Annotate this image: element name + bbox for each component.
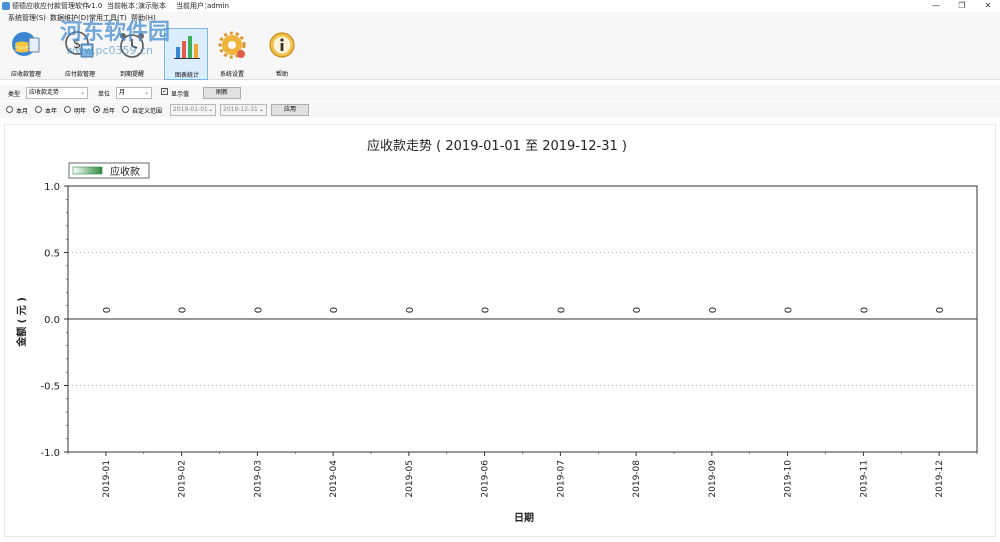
x-tick-label: 2019-04 <box>329 460 339 498</box>
x-tick-label: 2019-10 <box>784 460 794 498</box>
x-tick-label: 2019-01 <box>102 460 112 498</box>
date-from-picker[interactable]: 2019-01-01 ⌄ <box>170 104 216 116</box>
x-tick-label: 2019-05 <box>405 460 415 498</box>
receivable-button[interactable]: 应收款管理 <box>4 28 48 80</box>
data-label: 0 <box>405 307 416 313</box>
y-tick-label: 1.0 <box>44 182 60 193</box>
radio-this-month[interactable] <box>6 106 13 113</box>
y-tick-label: -1.0 <box>40 448 60 459</box>
data-label: 0 <box>708 307 719 313</box>
chevron-down-icon: ⌄ <box>258 106 264 113</box>
x-tick-label: 2019-11 <box>859 460 869 498</box>
refresh-button[interactable]: 刷新 <box>203 87 241 99</box>
payable-label: 应付款管理 <box>64 71 95 78</box>
title-bar: 德德应收应付款管理软件 v1.0 当前帐本： 演示账本 当前用户： admin … <box>0 0 1000 12</box>
data-label: 0 <box>481 307 492 313</box>
chart-stats-button[interactable]: 图表统计 <box>164 28 208 80</box>
x-tick-label: 2019-06 <box>481 460 491 498</box>
minimize-button[interactable]: — <box>924 0 948 12</box>
plot-area: 1.0 0.5 0.0 -0.5 -1.0 2019-01 0 2019-02 0 2019-03… <box>40 182 978 498</box>
menu-system[interactable]: 系统管理(S) <box>8 12 46 24</box>
account-label: 当前帐本： <box>107 2 142 10</box>
reminder-label: 到期提醒 <box>119 71 144 78</box>
type-select-value: 应收款走势 <box>29 89 60 96</box>
data-label: 0 <box>329 307 340 313</box>
data-label: 0 <box>178 307 189 313</box>
show-values-checkbox[interactable]: ✓ <box>161 88 168 95</box>
y-axis-title: 金额 ( 元 ) <box>15 297 28 348</box>
data-label: 0 <box>784 307 795 313</box>
data-label: 0 <box>556 307 567 313</box>
x-tick-label: 2019-03 <box>253 460 263 498</box>
unit-select-value: 月 <box>119 89 126 96</box>
app-icon <box>2 2 10 10</box>
range-label-next-year: 明年 <box>74 108 87 115</box>
chart-stats-label: 图表统计 <box>174 72 199 79</box>
type-select[interactable]: 应收款走势 ⌄ <box>26 87 88 99</box>
apply-button[interactable]: 应用 <box>271 104 309 116</box>
range-label-this-month: 本月 <box>16 108 29 115</box>
x-tick-label: 2019-02 <box>178 460 188 498</box>
settings-label: 系统设置 <box>219 71 244 78</box>
chart-title: 应收款走势 ( 2019-01-01 至 2019-12-31 ) <box>367 138 627 154</box>
range-label-year-after-next: 后年 <box>103 108 116 115</box>
show-values-label: 显示值 <box>171 91 190 98</box>
chart-legend: 应收款 <box>68 162 150 179</box>
type-label: 类型 <box>8 91 21 98</box>
x-axis-title: 日期 <box>514 511 534 524</box>
data-label: 0 <box>102 307 113 313</box>
receivable-label: 应收款管理 <box>10 71 41 78</box>
y-tick-label: -0.5 <box>40 382 60 393</box>
x-tick-label: 2019-12 <box>935 460 945 498</box>
date-from-value: 2019-01-01 <box>173 106 208 113</box>
x-tick-label: 2019-08 <box>632 460 642 498</box>
chevron-down-icon: ⌄ <box>143 89 149 96</box>
filter-row-type: 类型 应收款走势 ⌄ 单位 月 ⌄ ✓ 显示值 刷新 <box>0 85 1000 101</box>
help-button[interactable]: 帮助 <box>260 28 304 80</box>
range-label-this-year: 本年 <box>45 108 58 115</box>
x-tick-label: 2019-07 <box>556 460 566 498</box>
close-button[interactable]: ✕ <box>976 0 1000 12</box>
chart-panel: 应收款走势 ( 2019-01-01 至 2019-12-31 ) 应收款 1.… <box>4 124 996 537</box>
app-version: v1.0 <box>87 2 103 10</box>
restore-button[interactable]: ❐ <box>950 0 974 12</box>
settings-button[interactable]: 系统设置 <box>210 28 254 80</box>
chart-svg: 应收款走势 ( 2019-01-01 至 2019-12-31 ) 应收款 1.… <box>15 138 978 524</box>
receivable-icon <box>12 32 40 56</box>
unit-label: 单位 <box>98 91 111 98</box>
y-tick-label: 0.0 <box>44 315 60 326</box>
radio-this-year[interactable] <box>35 106 42 113</box>
bar-chart-icon <box>174 36 200 59</box>
date-to-value: 2019-12-31 <box>223 106 258 113</box>
user-name: admin <box>207 2 229 10</box>
x-tick-label: 2019-09 <box>708 460 718 498</box>
y-tick-label: 0.5 <box>44 249 60 260</box>
date-to-picker[interactable]: 2019-12-31 ⌄ <box>220 104 267 116</box>
data-label: 0 <box>632 307 643 313</box>
radio-year-after-next[interactable] <box>93 106 100 113</box>
app-title: 德德应收应付款管理软件 <box>12 2 89 10</box>
range-label-custom: 自定义范围 <box>132 108 163 115</box>
data-label: 0 <box>253 307 264 313</box>
chevron-down-icon: ⌄ <box>207 106 213 113</box>
data-label: 0 <box>935 307 946 313</box>
account-name: 演示账本 <box>138 2 166 10</box>
chevron-down-icon: ⌄ <box>79 89 85 96</box>
user-label: 当前用户： <box>176 2 211 10</box>
legend-swatch <box>72 166 103 175</box>
data-label: 0 <box>859 307 870 313</box>
unit-select[interactable]: 月 ⌄ <box>116 87 152 99</box>
help-label: 帮助 <box>275 71 288 78</box>
watermark-text: 河东软件园 <box>60 20 171 45</box>
watermark-url: www.pc0359.cn <box>66 44 154 57</box>
info-icon <box>269 32 295 58</box>
radio-custom-range[interactable] <box>122 106 129 113</box>
gear-icon <box>218 31 246 59</box>
legend-label: 应收款 <box>110 165 140 178</box>
radio-next-year[interactable] <box>64 106 71 113</box>
filter-row-range: 本月 本年 明年 后年 自定义范围 2019-01-01 ⌄ 2019-12-3… <box>0 102 1000 118</box>
